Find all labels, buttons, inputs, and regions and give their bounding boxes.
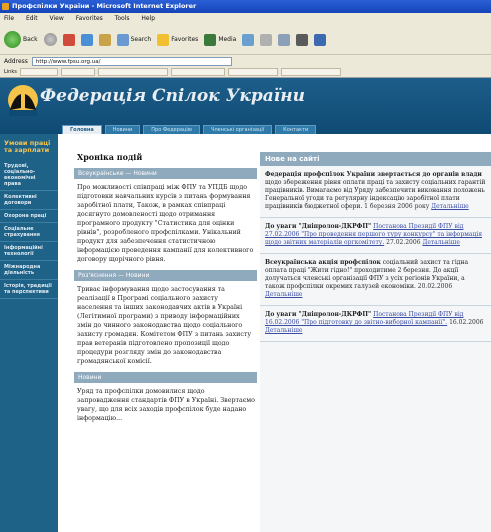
news-heading: Нове на сайті <box>260 152 491 166</box>
media-button[interactable]: Media <box>204 33 236 46</box>
search-icon <box>116 33 129 46</box>
news-item: До уваги "Дніпролон-ДКРФП" Постанова Пре… <box>260 218 491 254</box>
link-button[interactable] <box>60 68 95 76</box>
main-heading: Хроніка подій <box>77 152 143 162</box>
section-title[interactable]: Новини <box>74 372 257 383</box>
main-column: Хроніка подій Всеукраїнське — Новини Про… <box>74 150 257 532</box>
news-title[interactable]: Всеукраїнська акція профспілок <box>265 259 381 266</box>
sidebar-item[interactable]: Соціальне страхування <box>0 223 58 242</box>
news-item: Федерація профспілок України звертається… <box>260 166 491 218</box>
refresh-icon[interactable] <box>80 33 93 46</box>
stop-icon[interactable] <box>62 33 75 46</box>
sidebar-item[interactable]: Колективні договори <box>0 191 58 210</box>
media-icon <box>204 33 217 46</box>
news-date: 1 березня 2006 року <box>364 203 430 210</box>
news-item: До уваги "Дніпролон-ДКРФП" Постанова Пре… <box>260 306 491 342</box>
back-arrow-icon <box>4 31 21 48</box>
search-button[interactable]: Search <box>116 33 151 46</box>
menu-file[interactable]: File <box>4 15 14 22</box>
section-title[interactable]: Роз'яснення — Новини <box>74 270 257 281</box>
window-titlebar: Профспілки України - Microsoft Internet … <box>0 0 491 13</box>
link-button[interactable] <box>227 68 278 76</box>
section-text: Про можливості співпраці між ФПУ та УПДБ… <box>77 184 254 263</box>
mail-icon[interactable] <box>260 33 273 46</box>
sidebar: Умови праці та зарплати Трудові, соціаль… <box>0 134 58 532</box>
history-icon[interactable] <box>242 33 255 46</box>
news-item: Всеукраїнська акція профспілок соціальни… <box>260 254 491 306</box>
messenger-icon[interactable] <box>314 33 327 46</box>
menu-help[interactable]: Help <box>141 15 155 22</box>
news-title[interactable]: Федерація профспілок України звертається… <box>265 171 482 178</box>
sidebar-item[interactable]: Міжнародна діяльність <box>0 261 58 280</box>
fpu-logo-icon <box>8 85 38 116</box>
links-bar: Links <box>0 67 491 78</box>
sidebar-heading[interactable]: Умови праці та зарплати <box>0 140 58 160</box>
tab-about[interactable]: Про Федерацію <box>143 125 201 134</box>
news-title[interactable]: До уваги "Дніпролон-ДКРФП" <box>265 311 371 318</box>
news-more-link[interactable]: Детальніше <box>265 327 302 334</box>
news-date: 27.02.2006 <box>386 239 421 246</box>
link-button[interactable] <box>97 68 168 76</box>
address-bar: Address http://www.fpsu.org.ua/ <box>0 55 491 67</box>
back-button[interactable]: Back <box>4 31 38 48</box>
menu-edit[interactable]: Edit <box>26 15 38 22</box>
print-icon[interactable] <box>278 33 291 46</box>
link-button[interactable] <box>280 68 341 76</box>
section-text: Уряд та профспілки домовилися щодо запро… <box>77 388 255 422</box>
address-input[interactable]: http://www.fpsu.org.ua/ <box>31 56 232 66</box>
menu-bar: File Edit View Favorites Tools Help <box>0 13 491 25</box>
section-title[interactable]: Всеукраїнське — Новини <box>74 168 257 179</box>
news-more-link[interactable]: Детальніше <box>431 203 468 210</box>
link-button[interactable] <box>170 68 225 76</box>
tab-home[interactable]: Головна <box>62 125 102 134</box>
news-panel: Нове на сайті Федерація профспілок Украї… <box>260 152 491 532</box>
favorites-button[interactable]: Favorites <box>157 33 198 46</box>
link-button[interactable] <box>19 68 58 76</box>
tab-contacts[interactable]: Контакти <box>275 125 317 134</box>
tab-members[interactable]: Членські організації <box>203 125 273 134</box>
menu-tools[interactable]: Tools <box>115 15 130 22</box>
sidebar-item[interactable]: Інформаційні технології <box>0 242 58 261</box>
edit-icon[interactable] <box>296 33 309 46</box>
links-label: Links <box>4 69 17 75</box>
star-icon <box>157 33 170 46</box>
news-date: 16.02.2006 <box>449 319 484 326</box>
window-title: Профспілки України - Microsoft Internet … <box>12 2 197 10</box>
toolbar: Back Search Favorites Media <box>0 25 491 55</box>
tab-news[interactable]: Новини <box>104 125 141 134</box>
menu-view[interactable]: View <box>50 15 64 22</box>
forward-button[interactable] <box>43 33 57 46</box>
news-more-link[interactable]: Детальніше <box>265 291 302 298</box>
section-text: Триває інформування щодо застосування та… <box>77 286 252 365</box>
sidebar-item[interactable]: Трудові, соціально-економічні права <box>0 160 58 191</box>
site-title: Федерація Спілок України <box>40 86 306 106</box>
home-icon[interactable] <box>98 33 111 46</box>
address-label: Address <box>4 57 28 65</box>
news-date: 20.02.2006 <box>417 283 453 290</box>
site-banner: Федерація Спілок України Головна Новини … <box>0 78 491 134</box>
sidebar-item[interactable]: Історія, традиції та перспективи <box>0 280 58 299</box>
news-more-link[interactable]: Детальніше <box>422 239 459 246</box>
site-tabs: Головна Новини Про Федерацію Членські ор… <box>62 125 317 134</box>
news-title[interactable]: До уваги "Дніпролон-ДКРФП" <box>265 223 371 230</box>
sidebar-item[interactable]: Охорона праці <box>0 210 58 223</box>
ie-icon <box>2 3 9 10</box>
menu-favorites[interactable]: Favorites <box>76 15 103 22</box>
